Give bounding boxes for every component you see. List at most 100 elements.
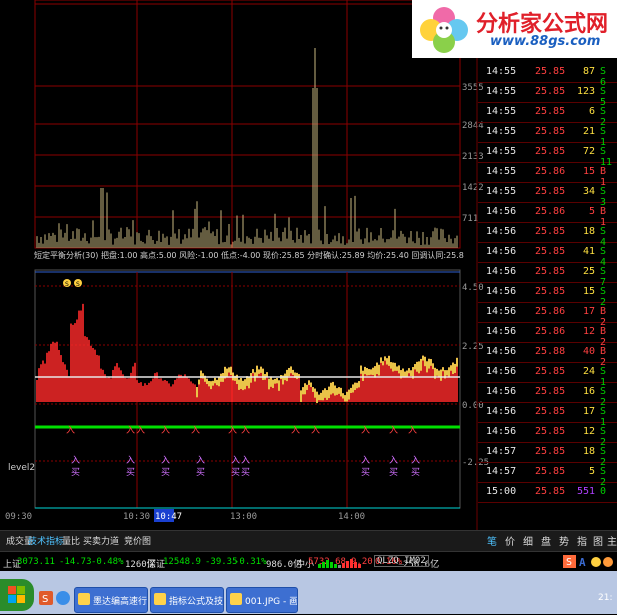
- trade-row: 14:56 25.85 25 S 7: [478, 262, 617, 288]
- app-icon: [78, 593, 90, 605]
- trade-volume: 72: [582, 146, 595, 157]
- svg-text:S: S: [42, 594, 48, 605]
- signal-in-mark: 入: [228, 425, 237, 436]
- signal-buy-label: 买: [196, 467, 205, 478]
- trade-price: 25.85: [535, 246, 566, 257]
- taskbar-app-paint[interactable]: 001.JPG - 画图: [226, 587, 298, 613]
- trade-price: 25.85: [535, 446, 566, 457]
- trade-price: 25.86: [535, 206, 566, 217]
- trade-time: 14:56: [486, 246, 517, 257]
- time-tick-label: 09:30: [5, 512, 32, 522]
- trade-time: 14:56: [486, 206, 517, 217]
- trade-time: 14:56: [486, 286, 517, 297]
- level2-label[interactable]: level2: [8, 463, 35, 473]
- trade-time: 14:56: [486, 346, 517, 357]
- trade-volume: 16: [582, 386, 595, 397]
- sz-value: 12548.9: [163, 557, 201, 567]
- trade-volume: 17: [582, 406, 595, 417]
- trade-time: 14:55: [486, 126, 517, 137]
- trade-row: 14:55 25.85 87 S 6: [478, 62, 617, 88]
- task-label: 001.JPG - 画图: [245, 597, 298, 607]
- app-icon: [154, 593, 166, 605]
- signal-in-mark: 入: [191, 425, 200, 436]
- trade-volume: 551: [576, 486, 595, 497]
- trade-row: 14:56 25.86 5 B 1: [478, 202, 617, 228]
- signal-markers: 入入入入入入入入入入入入入买入买入买入买入买入买入买入买入买: [66, 425, 420, 478]
- tab-buy-sell-force[interactable]: 买卖力道: [83, 534, 119, 547]
- trade-time: 14:55: [486, 146, 517, 157]
- taskbar-app-quote[interactable]: 墨达编高速行情分...: [74, 587, 148, 613]
- volume-grid: [35, 0, 460, 248]
- trade-volume: 25: [582, 266, 595, 277]
- tab-price[interactable]: 价: [505, 533, 515, 548]
- signal-in-label: 入: [361, 455, 370, 466]
- signal-in-label: 入: [389, 455, 398, 466]
- quote-code[interactable]: QLZQ_IM02: [374, 555, 429, 567]
- signal-in-label: 入: [71, 455, 80, 466]
- market-status-bar: 上证 3073.11 -14.73 -0.48% 1260亿 深证 12548.…: [0, 551, 617, 572]
- signal-buy-label: 买: [389, 467, 398, 478]
- trade-row: 14:56 25.85 17 S 1: [478, 402, 617, 428]
- time-tick-label: 10:47: [155, 512, 182, 522]
- tab-orderbook[interactable]: 盘: [541, 533, 551, 548]
- signal-in-label: 入: [231, 455, 240, 466]
- trade-time: 14:56: [486, 306, 517, 317]
- ime-toolbar[interactable]: S A: [563, 554, 617, 570]
- s-marker-text: S: [76, 281, 80, 288]
- quicklaunch-icons[interactable]: S: [38, 589, 72, 609]
- tab-auction-chart[interactable]: 竞价图: [124, 534, 151, 547]
- volume-bars: [36, 48, 458, 248]
- trade-row: 14:56 25.85 12 S 2: [478, 422, 617, 448]
- tab-main[interactable]: 主: [607, 533, 617, 548]
- taskbar-app-formula[interactable]: 指标公式及技术文...: [150, 587, 224, 613]
- trade-volume: 15: [582, 286, 595, 297]
- time-axis: 09:30 10:30 10:47 13:00 14:00: [5, 509, 365, 522]
- paint-icon: [230, 593, 242, 605]
- signal-in-mark: 入: [136, 425, 145, 436]
- trade-row: 14:55 25.85 21 S 1: [478, 122, 617, 148]
- sh-change: -14.73: [59, 557, 92, 567]
- trades-list: 14:55 25.85 87 S 6 14:55 25.85 123 S 5 14:55 25.8…: [478, 62, 617, 514]
- trade-row: 14:55 25.85 72 S 11: [478, 142, 617, 168]
- tab-index[interactable]: 指: [577, 533, 587, 548]
- trade-volume: 40: [582, 346, 595, 357]
- signal-in-mark: 入: [361, 425, 370, 436]
- trade-time: 14:55: [486, 186, 517, 197]
- signal-in-label: 入: [161, 455, 170, 466]
- tab-indicator[interactable]: 技术指标: [28, 534, 64, 547]
- trade-price: 25.85: [535, 126, 566, 137]
- tab-trade-ticks[interactable]: 笔: [487, 533, 497, 548]
- trade-row: 14:56 25.88 40 B 2: [478, 342, 617, 368]
- flower-logo-icon: [420, 7, 468, 53]
- trade-volume: 34: [582, 186, 595, 197]
- windows-taskbar: S 墨达编高速行情分... 指标公式及技术文... 001.JPG - 画图 2…: [0, 571, 617, 614]
- trade-price: 25.85: [535, 226, 566, 237]
- tab-volume-ratio[interactable]: 量比: [62, 534, 80, 547]
- trade-price: 25.85: [535, 366, 566, 377]
- trade-price: 25.85: [535, 466, 566, 477]
- trade-row: 14:56 25.85 16 S 2: [478, 382, 617, 408]
- trade-row: 14:55 25.86 15 B 1: [478, 162, 617, 188]
- tab-chart[interactable]: 图: [593, 533, 603, 548]
- signal-in-mark: 入: [408, 425, 417, 436]
- trade-price: 25.85: [535, 406, 566, 417]
- trade-time: 14:55: [486, 86, 517, 97]
- windows-logo-icon: [8, 586, 25, 603]
- signal-buy-label: 买: [71, 467, 80, 478]
- signal-buy-label: 买: [411, 467, 420, 478]
- trade-row: 14:57 25.85 5 S 2: [478, 462, 617, 488]
- trade-time: 14:56: [486, 226, 517, 237]
- time-tick-label: 10:30: [123, 512, 150, 522]
- time-tick-label: 14:00: [338, 512, 365, 522]
- tab-detail[interactable]: 细: [523, 533, 533, 548]
- trade-side: 0: [600, 486, 607, 497]
- trade-price: 25.85: [535, 486, 566, 497]
- start-button[interactable]: [0, 579, 34, 611]
- trade-volume: 12: [582, 326, 595, 337]
- trade-volume: 6: [588, 106, 595, 117]
- trade-price: 25.85: [535, 386, 566, 397]
- signal-in-mark: 入: [311, 425, 320, 436]
- trade-row: 14:55 25.85 34 S 3: [478, 182, 617, 208]
- tab-trend[interactable]: 势: [559, 533, 569, 548]
- trade-row: 14:55 25.85 123 S 5: [478, 82, 617, 108]
